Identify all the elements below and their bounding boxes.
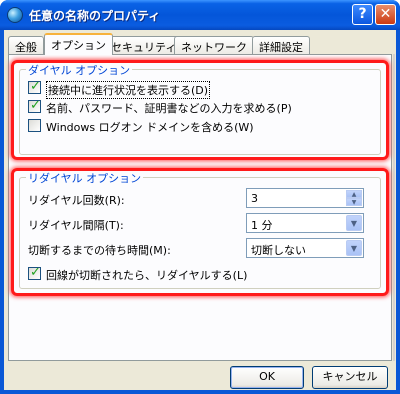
spin-down-icon[interactable]: ▼	[346, 198, 362, 206]
redial-options-group: リダイヤル オプション リダイヤル回数(R): 3 ▲ ▼ リダイヤル間隔(T)…	[19, 170, 381, 289]
redial-interval-label: リダイヤル間隔(T):	[28, 219, 124, 232]
window-title: 任意の名称のプロパティ	[29, 9, 161, 23]
show-progress-checkbox[interactable]: ✓	[28, 79, 41, 94]
checkmark-icon: ✓	[30, 265, 41, 280]
checkmark-icon: ✓	[30, 98, 41, 113]
tab-network[interactable]: ネットワーク	[174, 36, 254, 54]
checkmark-icon: ✓	[30, 79, 41, 94]
properties-window: 任意の名称のプロパティ ? ✕ 全般 オプション セキュリティ ネットワーク 詳…	[0, 0, 400, 394]
redial-count-input[interactable]: 3 ▲ ▼	[246, 188, 364, 208]
tab-general[interactable]: 全般	[8, 36, 44, 54]
tab-options[interactable]: オプション	[44, 33, 113, 55]
include-domain-label: Windows ログオン ドメインを含める(W)	[46, 121, 254, 134]
redial-on-drop-checkbox[interactable]: ✓	[28, 265, 41, 280]
redial-count-label: リダイヤル回数(R):	[28, 194, 125, 207]
idle-time-label: 切断するまでの待ち時間(M):	[28, 244, 171, 257]
dial-options-title: ダイヤル オプション	[26, 62, 133, 78]
title-bar[interactable]: 任意の名称のプロパティ ? ✕	[0, 0, 400, 30]
idle-time-select[interactable]: 切断しない ▼	[246, 238, 364, 258]
show-progress-label: 接続中に進行状況を表示する(D)	[46, 81, 211, 99]
tab-security[interactable]: セキュリティ	[104, 36, 184, 54]
network-connection-icon	[7, 7, 23, 23]
prompt-credentials-label: 名前、パスワード、証明書などの入力を求める(P)	[46, 102, 292, 115]
prompt-credentials-checkbox[interactable]: ✓	[28, 98, 41, 113]
help-button[interactable]: ?	[352, 4, 373, 25]
chevron-down-icon[interactable]: ▼	[346, 240, 362, 256]
cancel-button[interactable]: キャンセル	[312, 366, 388, 389]
close-button[interactable]: ✕	[375, 4, 396, 25]
redial-interval-select[interactable]: 1 分 ▼	[246, 213, 364, 233]
redial-count-value: 3	[251, 192, 258, 205]
dialog-client-area: 全般 オプション セキュリティ ネットワーク 詳細設定 ダイヤル オプション ✓…	[4, 30, 396, 390]
ok-button[interactable]: OK	[230, 366, 304, 389]
dial-options-group: ダイヤル オプション ✓ 接続中に進行状況を表示する(D) ✓ 名前、パスワード…	[19, 62, 381, 155]
redial-interval-value: 1 分	[251, 219, 273, 232]
spin-up-icon[interactable]: ▲	[346, 190, 362, 198]
options-tab-panel: ダイヤル オプション ✓ 接続中に進行状況を表示する(D) ✓ 名前、パスワード…	[8, 54, 392, 361]
panel-shadow	[393, 54, 395, 361]
chevron-down-icon[interactable]: ▼	[346, 215, 362, 231]
idle-time-value: 切断しない	[251, 244, 306, 257]
redial-options-title: リダイヤル オプション	[26, 170, 144, 186]
tab-advanced[interactable]: 詳細設定	[252, 36, 310, 54]
redial-on-drop-label: 回線が切断されたら、リダイヤルする(L)	[46, 269, 248, 282]
include-domain-checkbox[interactable]	[28, 119, 41, 132]
